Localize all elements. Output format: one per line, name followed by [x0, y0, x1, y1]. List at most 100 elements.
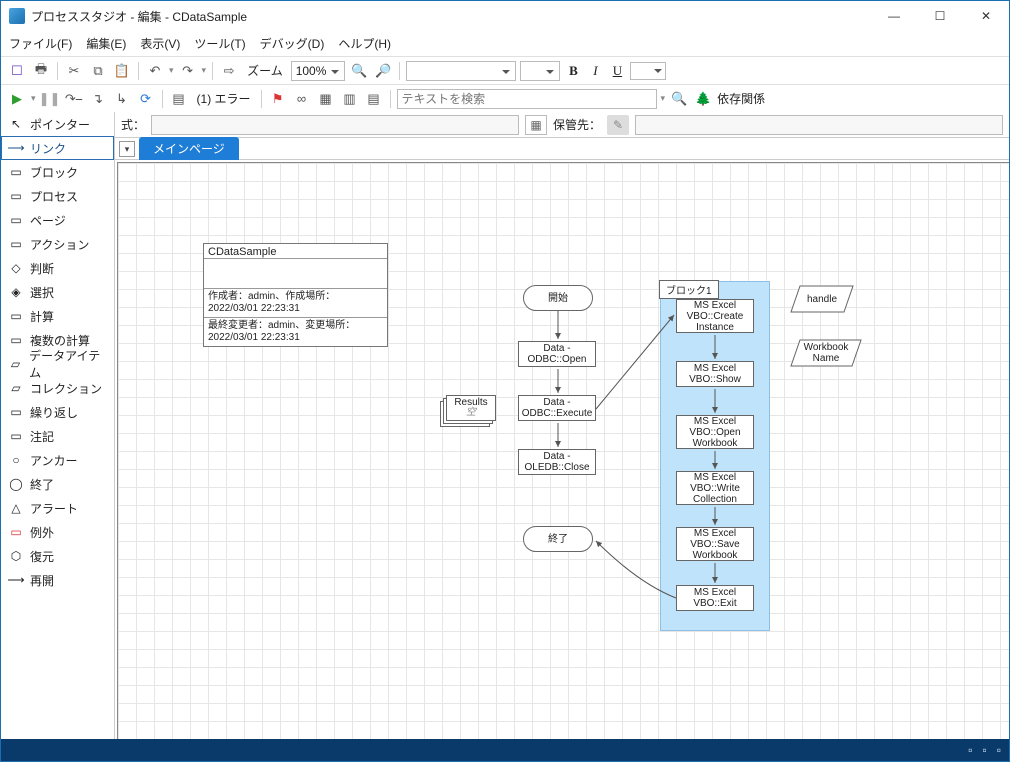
tool-collection[interactable]: ▱コレクション	[1, 376, 114, 400]
breakpoint-icon[interactable]: ⚑	[268, 89, 288, 109]
zoom-label: ズーム	[247, 62, 283, 79]
tool-pointer[interactable]: ↖ポインター	[1, 112, 114, 136]
redo-icon[interactable]: ↷	[178, 61, 198, 81]
export-icon[interactable]: ⇨	[219, 61, 239, 81]
link-icon[interactable]: ∞	[292, 89, 312, 109]
tool-calc[interactable]: ▭計算	[1, 304, 114, 328]
toolbox: ↖ポインター ⟶リンク ▭ブロック ▭プロセス ▭ページ ▭アクション ◇判断 …	[1, 112, 115, 739]
paste-icon[interactable]: 📋	[112, 61, 132, 81]
node-excel-writecoll[interactable]: MS Excel VBO::Write Collection	[676, 471, 754, 505]
tool-page[interactable]: ▭ページ	[1, 208, 114, 232]
save-icon[interactable]: ☐	[7, 61, 27, 81]
node-end[interactable]: 終了	[523, 526, 593, 552]
node-odbc-open[interactable]: Data - ODBC::Open	[518, 341, 596, 367]
document-icon[interactable]: ▤	[169, 89, 189, 109]
menu-tool[interactable]: ツール(T)	[194, 35, 245, 52]
node-excel-exit[interactable]: MS Excel VBO::Exit	[676, 585, 754, 611]
node-workbook-name[interactable]: Workbook Name	[790, 339, 862, 367]
search-input[interactable]	[397, 89, 657, 109]
tree-icon[interactable]: 🌲	[693, 89, 713, 109]
tool-alert[interactable]: △アラート	[1, 496, 114, 520]
errors-label[interactable]: (1) エラー	[197, 90, 251, 107]
status-icon-3[interactable]: ▫	[997, 743, 1001, 757]
node-odbc-execute[interactable]: Data - ODBC::Execute	[518, 395, 596, 421]
menu-debug[interactable]: デバッグ(D)	[260, 35, 325, 52]
expression-input[interactable]	[151, 115, 519, 135]
menu-view[interactable]: 表示(V)	[140, 35, 180, 52]
cut-icon[interactable]: ✂	[64, 61, 84, 81]
print-icon[interactable]: 🖶	[31, 61, 51, 81]
tool-process[interactable]: ▭プロセス	[1, 184, 114, 208]
node-excel-show[interactable]: MS Excel VBO::Show	[676, 361, 754, 387]
copy-icon[interactable]: ⧉	[88, 61, 108, 81]
tool-loop[interactable]: ▭繰り返し	[1, 400, 114, 424]
undo-icon[interactable]: ↶	[145, 61, 165, 81]
step-into-icon[interactable]: ↴	[88, 89, 108, 109]
tool-link[interactable]: ⟶リンク	[1, 136, 114, 160]
tool-note[interactable]: ▭注記	[1, 424, 114, 448]
step-over-icon[interactable]: ↷⎯	[64, 89, 84, 109]
color-picker[interactable]	[630, 62, 666, 80]
node-start[interactable]: 開始	[523, 285, 593, 311]
save-to-label: 保管先：	[553, 116, 601, 133]
pause-icon[interactable]: ❚❚	[40, 89, 60, 109]
expression-label: 式：	[121, 116, 145, 133]
font-size-combo[interactable]	[520, 61, 560, 81]
tool-action[interactable]: ▭アクション	[1, 232, 114, 256]
expression-grid-button[interactable]: ▦	[525, 115, 547, 135]
node-excel-openwb[interactable]: MS Excel VBO::Open Workbook	[676, 415, 754, 449]
underline-button[interactable]: U	[608, 61, 626, 81]
maximize-button[interactable]: ☐	[917, 1, 963, 31]
tool-end[interactable]: ◯終了	[1, 472, 114, 496]
bold-button[interactable]: B	[564, 61, 582, 81]
font-combo[interactable]	[406, 61, 516, 81]
tool-decision[interactable]: ◇判断	[1, 256, 114, 280]
block-1[interactable]: ブロック1	[660, 281, 770, 631]
dependency-label[interactable]: 依存関係	[717, 90, 765, 107]
menu-bar: ファイル(F) 編集(E) 表示(V) ツール(T) デバッグ(D) ヘルプ(H…	[1, 31, 1009, 56]
step-out-icon[interactable]: ↳	[112, 89, 132, 109]
tool-exception[interactable]: ▭例外	[1, 520, 114, 544]
layout1-icon[interactable]: ▥	[340, 89, 360, 109]
tool-choice[interactable]: ◈選択	[1, 280, 114, 304]
restart-icon[interactable]: ⟳	[136, 89, 156, 109]
block-1-label: ブロック1	[659, 280, 719, 299]
menu-help[interactable]: ヘルプ(H)	[338, 35, 391, 52]
tool-block[interactable]: ▭ブロック	[1, 160, 114, 184]
process-info-created: 作成者：admin、作成場所： 2022/03/01 22:23:31	[204, 289, 387, 318]
zoom-out-icon[interactable]: 🔍	[349, 61, 369, 81]
node-handle[interactable]: handle	[790, 285, 854, 313]
process-info-box[interactable]: CDataSample 作成者：admin、作成場所： 2022/03/01 2…	[203, 243, 388, 347]
grid-toggle-icon[interactable]: ▦	[316, 89, 336, 109]
process-info-title: CDataSample	[204, 244, 387, 259]
status-icon-1[interactable]: ▫	[968, 743, 972, 757]
menu-file[interactable]: ファイル(F)	[9, 35, 72, 52]
tab-dropdown-icon[interactable]: ▾	[119, 141, 135, 157]
tab-main[interactable]: メインページ	[139, 137, 239, 160]
save-to-input[interactable]	[635, 115, 1003, 135]
tool-dataitem[interactable]: ▱データアイテム	[1, 352, 114, 376]
find-icon[interactable]: 🔍	[669, 89, 689, 109]
node-oledb-close[interactable]: Data - OLEDB::Close	[518, 449, 596, 475]
zoom-in-icon[interactable]: 🔎	[373, 61, 393, 81]
node-excel-savewb[interactable]: MS Excel VBO::Save Workbook	[676, 527, 754, 561]
node-excel-create[interactable]: MS Excel VBO::Create Instance	[676, 299, 754, 333]
toolbar-debug: ▶ ▾ ❚❚ ↷⎯ ↴ ↳ ⟳ ▤ (1) エラー ⚑ ∞ ▦ ▥ ▤ ▾ 🔍 …	[1, 84, 1009, 112]
tool-resume[interactable]: ⟶再開	[1, 568, 114, 592]
status-icon-2[interactable]: ▫	[982, 743, 986, 757]
save-to-edit-icon[interactable]: ✎	[607, 115, 629, 135]
menu-edit[interactable]: 編集(E)	[86, 35, 126, 52]
layout2-icon[interactable]: ▤	[364, 89, 384, 109]
canvas[interactable]: CDataSample 作成者：admin、作成場所： 2022/03/01 2…	[117, 162, 1009, 739]
italic-button[interactable]: I	[586, 61, 604, 81]
toolbar-main: ☐ 🖶 ✂ ⧉ 📋 ↶ ▾ ↷ ▾ ⇨ ズーム 100% 🔍 🔎 B I U	[1, 56, 1009, 84]
node-results[interactable]: Results空	[440, 395, 496, 421]
zoom-combo[interactable]: 100%	[291, 61, 346, 81]
minimize-button[interactable]: —	[871, 1, 917, 31]
app-icon	[9, 8, 25, 24]
tool-recover[interactable]: ⬡復元	[1, 544, 114, 568]
tool-anchor[interactable]: ○アンカー	[1, 448, 114, 472]
window-title: プロセススタジオ - 編集 - CDataSample	[31, 8, 871, 25]
close-button[interactable]: ✕	[963, 1, 1009, 31]
run-icon[interactable]: ▶	[7, 89, 27, 109]
